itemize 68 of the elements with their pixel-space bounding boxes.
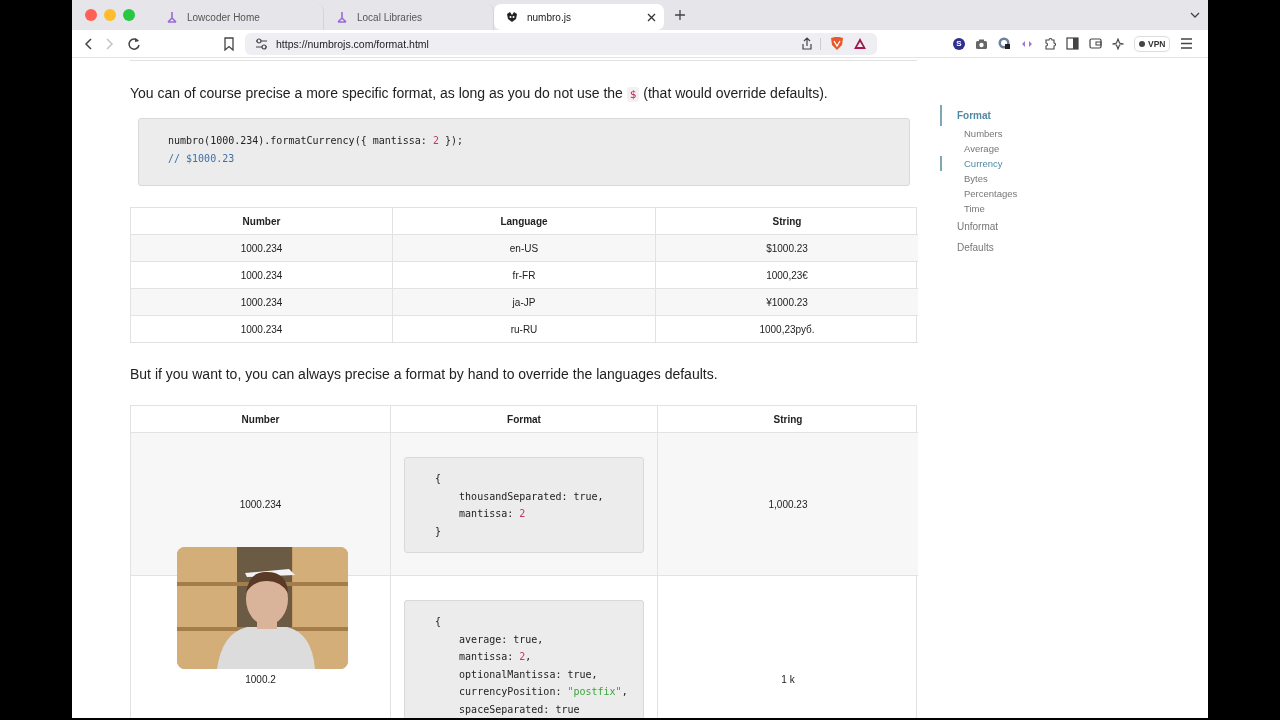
address-bar[interactable]: https://numbrojs.com/format.html: [245, 32, 877, 55]
code-line: currencyPosition: "postfix",: [458, 685, 628, 699]
shield-icon[interactable]: [829, 36, 845, 51]
chevron-down-icon[interactable]: [1190, 12, 1200, 18]
table-cell: 1000,23руб.: [759, 323, 815, 335]
column-header: String: [772, 215, 802, 227]
toc-link[interactable]: Numbers: [940, 126, 1003, 141]
column-header: Language: [500, 215, 548, 227]
table-cell: ¥1000.23: [766, 296, 808, 308]
table-cell: 1000.234: [240, 323, 283, 335]
table-cell: $1000.23: [766, 242, 808, 254]
share-icon[interactable]: [802, 37, 812, 50]
toc-link[interactable]: Percentages: [940, 186, 1018, 201]
settings-icon[interactable]: [255, 36, 268, 51]
code-line: {: [435, 615, 442, 629]
code-line: optionalMantissa: true,: [458, 667, 598, 682]
paragraph: You can of course precise a more specific format, as long as you do not use the $ (that would override defaults).: [130, 85, 828, 101]
column-header: Number: [241, 413, 280, 425]
toc-link[interactable]: Time: [940, 201, 985, 216]
table-cell: 1000.234: [239, 498, 282, 510]
table-cell: ja-JP: [512, 296, 536, 308]
table-cell: fr-FR: [512, 269, 536, 281]
code-line: mantissa: 2,: [458, 650, 532, 664]
table-cell: 1000.2: [245, 674, 276, 685]
toc-link[interactable]: Average: [940, 141, 1000, 156]
back-icon[interactable]: [83, 36, 93, 51]
table-cell: 1000.234: [240, 242, 283, 254]
reload-icon[interactable]: [127, 36, 141, 51]
column-header: Number: [242, 215, 281, 227]
table-cell: 1000.234: [240, 269, 283, 281]
table-cell: 1000.234: [240, 296, 283, 308]
table-cell: 1 k: [781, 674, 795, 685]
toc-link[interactable]: Bytes: [940, 171, 988, 186]
column-header: Format: [507, 413, 541, 425]
table-cell: ru-RU: [510, 323, 538, 335]
browser-tab[interactable]: Lowcoder Home: [154, 4, 324, 30]
profile-avatar[interactable]: S: [953, 37, 965, 50]
code-line: average: true,: [458, 632, 544, 647]
paragraph: But if you want to, you can always precise a format by hand to override the languages defaults.: [130, 366, 718, 382]
wallet-icon[interactable]: [1089, 37, 1102, 50]
code-line: mantissa: 2: [458, 507, 526, 521]
animal-logo-icon: [506, 11, 518, 23]
bookmark-icon[interactable]: [223, 36, 235, 51]
close-icon[interactable]: [647, 12, 656, 22]
plus-icon[interactable]: [674, 9, 686, 21]
triangle-icon[interactable]: [853, 37, 867, 50]
code-line: {: [435, 472, 442, 486]
code-line: }: [435, 524, 442, 539]
toc-link[interactable]: Defaults: [940, 237, 994, 258]
sidebar-icon[interactable]: [1066, 37, 1079, 50]
table-cell: en-US: [509, 242, 539, 254]
table-cell: 1000,23€: [766, 269, 808, 281]
menu-icon[interactable]: [1180, 37, 1194, 50]
sparkle-icon[interactable]: [1112, 37, 1124, 50]
code-line: spaceSeparated: true: [458, 702, 580, 717]
puzzle-icon[interactable]: [1043, 37, 1056, 50]
code-line: thousandSeparated: true,: [458, 489, 604, 504]
code-icon[interactable]: [1021, 39, 1033, 48]
toc-link[interactable]: Unformat: [940, 216, 999, 237]
vpn-button[interactable]: VPN: [1134, 35, 1171, 52]
toc-link[interactable]: Format: [940, 105, 991, 126]
browser-tab[interactable]: numbro.js: [494, 4, 664, 30]
code-line: // $1000.23: [168, 152, 235, 166]
code-line: numbro(1000.234).formatCurrency({ mantissa: 2 });: [168, 134, 464, 148]
column-header: String: [773, 413, 803, 425]
table-cell: 1,000.23: [768, 498, 808, 510]
toc-link[interactable]: Currency: [940, 156, 1003, 171]
camera-icon[interactable]: [975, 37, 988, 50]
